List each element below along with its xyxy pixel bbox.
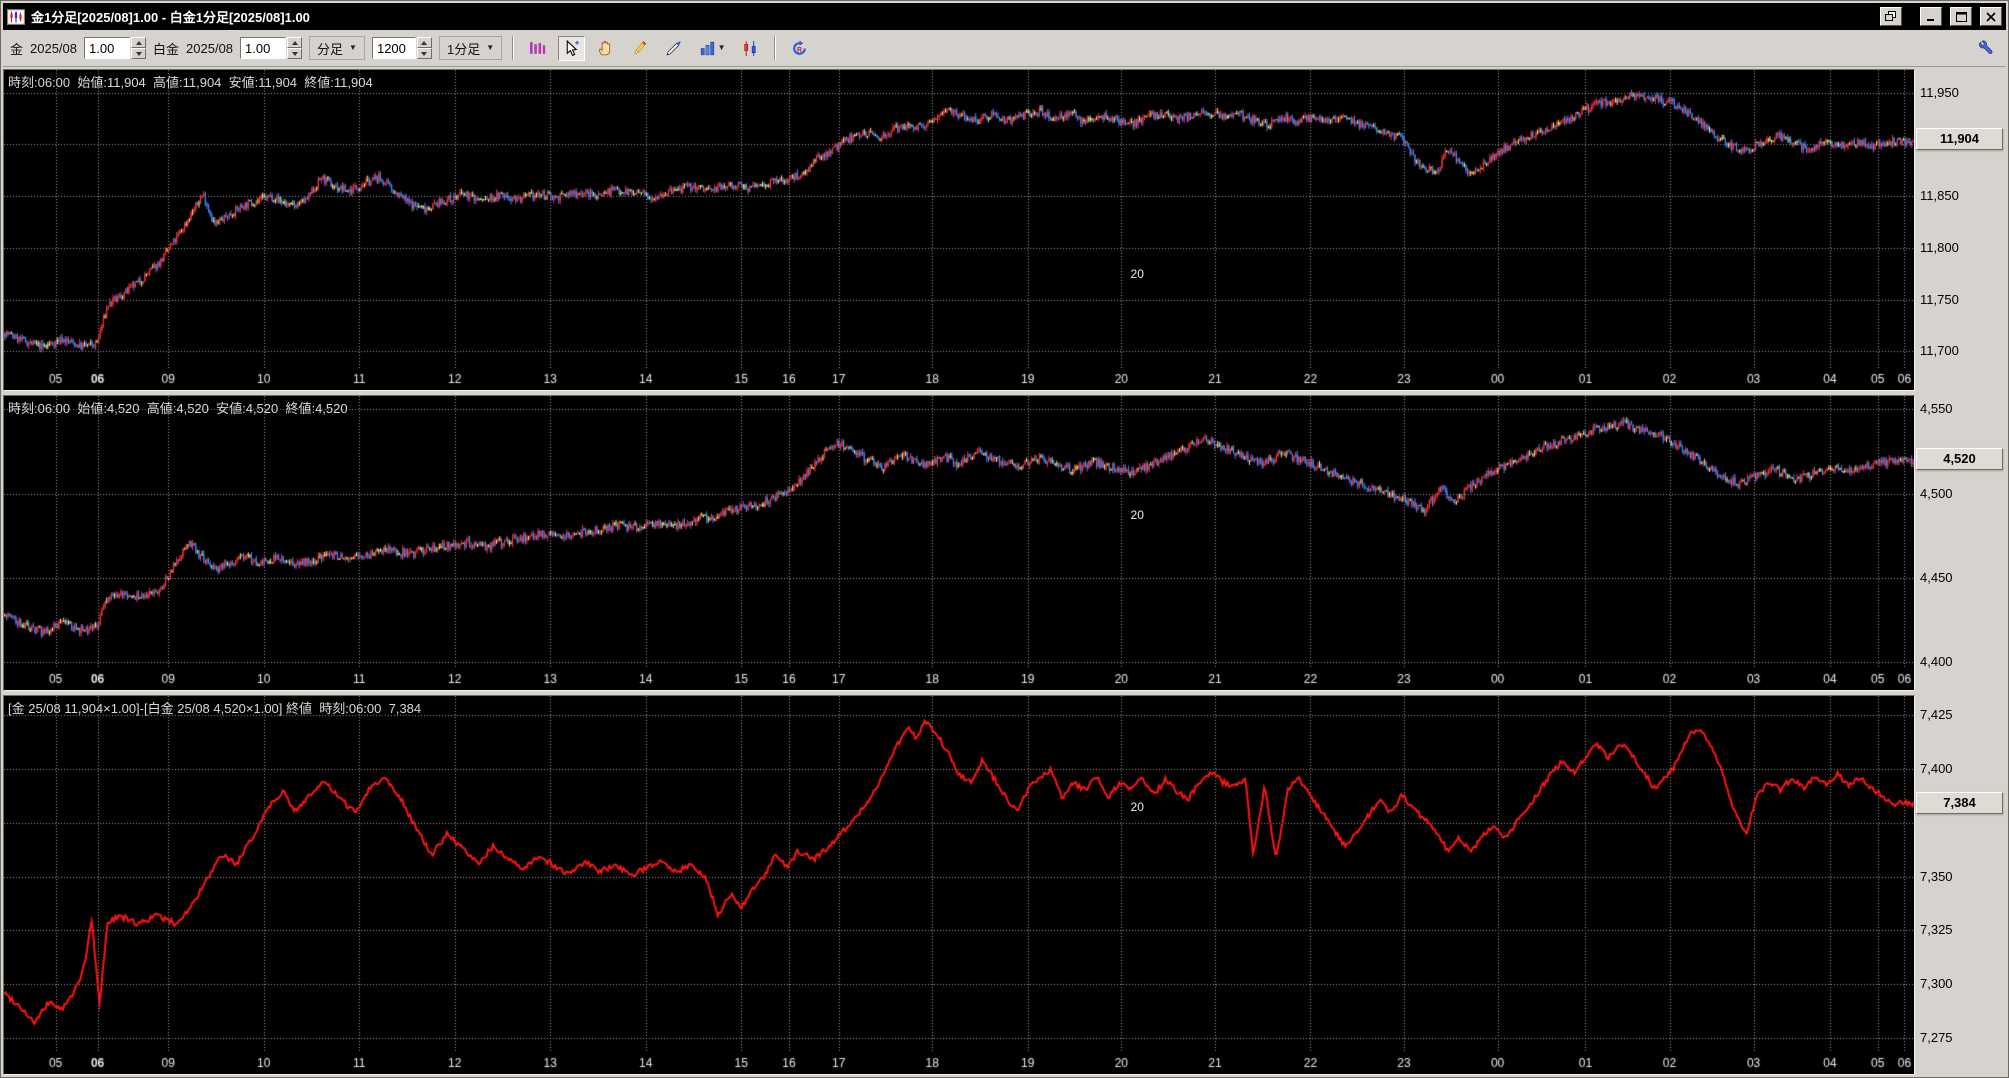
gold-price-axis: 11,904 11,950 11,850 11,800 11,750 11,700 bbox=[1915, 69, 2006, 391]
platinum-plot-area: 時刻:06:00 始値:4,520 高値:4,520 安値:4,520 終値:4… bbox=[3, 395, 1915, 691]
window-title: 金1分足[2025/08]1.00 - 白金1分足[2025/08]1.00 bbox=[31, 10, 310, 25]
platinum-1min-chart-canvas[interactable] bbox=[4, 396, 1914, 690]
price-axis-label: 7,300 bbox=[1920, 976, 1953, 992]
gold-1min-chart-canvas[interactable] bbox=[4, 70, 1914, 390]
settings-button[interactable] bbox=[1972, 36, 1999, 61]
chart-mode-dropdown-button[interactable]: ▼ bbox=[694, 36, 730, 61]
price-axis-label: 7,350 bbox=[1920, 868, 1953, 884]
gold-chart-panel: 時刻:06:00 始値:11,904 高値:11,904 安値:11,904 終… bbox=[3, 69, 2006, 391]
chevron-down-icon: ▼ bbox=[349, 43, 357, 52]
price-axis-label: 4,450 bbox=[1920, 570, 1953, 585]
gold-plot-area: 時刻:06:00 始値:11,904 高値:11,904 安値:11,904 終… bbox=[3, 69, 1915, 391]
close-button[interactable] bbox=[1980, 7, 2002, 26]
pointer-icon bbox=[566, 39, 580, 56]
instrument2-multiplier-spinner bbox=[240, 37, 303, 59]
spread-last-price-badge: 7,384 bbox=[1916, 791, 2003, 814]
svg-text:R: R bbox=[797, 46, 802, 53]
instrument1-label: 金 bbox=[10, 41, 24, 57]
chart-style-button[interactable] bbox=[524, 36, 551, 61]
down-arrow-icon bbox=[291, 51, 298, 56]
overlapping-windows-icon bbox=[1885, 11, 1896, 21]
up-arrow-icon bbox=[135, 40, 142, 45]
bar-count-spinner bbox=[371, 37, 432, 59]
spread-plot-area: [金 25/08 11,904×1.00]-[白金 25/08 4,520×1.… bbox=[3, 695, 1915, 1075]
instrument1-month: 2025/08 bbox=[30, 40, 78, 56]
purple-bars-chart-icon bbox=[530, 41, 546, 54]
instrument2-label: 白金 bbox=[153, 41, 180, 57]
up-arrow-icon bbox=[421, 40, 428, 45]
platinum-last-price-badge: 4,520 bbox=[1916, 448, 2003, 471]
annotation-pen-button[interactable] bbox=[660, 36, 687, 61]
toolbar: 金 2025/08 白金 2025/08 分足 ▼ bbox=[3, 30, 2006, 67]
price-axis-label: 4,500 bbox=[1920, 485, 1953, 501]
instrument2-month: 2025/08 bbox=[186, 40, 234, 56]
app-window: 金1分足[2025/08]1.00 - 白金1分足[2025/08]1.00 金… bbox=[0, 0, 2009, 1078]
toolbar-separator bbox=[512, 36, 515, 60]
pan-tool-button[interactable] bbox=[592, 36, 619, 61]
instrument2-multiplier-input[interactable] bbox=[240, 37, 287, 59]
instrument2-multiplier-down-button[interactable] bbox=[287, 48, 303, 59]
refresh-icon: R bbox=[793, 40, 806, 55]
pen-icon bbox=[666, 40, 681, 55]
app-icon[interactable] bbox=[7, 8, 25, 26]
price-axis-label: 7,275 bbox=[1920, 1029, 1953, 1045]
price-axis-label: 7,325 bbox=[1920, 922, 1953, 938]
spread-chart-panel: [金 25/08 11,904×1.00]-[白金 25/08 4,520×1.… bbox=[3, 695, 2006, 1075]
up-arrow-icon bbox=[291, 40, 298, 45]
price-axis-label: 4,550 bbox=[1920, 401, 1953, 417]
down-arrow-icon bbox=[421, 51, 428, 56]
draw-line-button[interactable] bbox=[626, 36, 653, 61]
spread-chart-canvas[interactable] bbox=[4, 696, 1914, 1074]
instrument2-multiplier-up-button[interactable] bbox=[287, 37, 303, 48]
bar-count-input[interactable] bbox=[371, 37, 416, 59]
hand-icon bbox=[599, 40, 611, 55]
minimize-icon bbox=[1927, 19, 1934, 21]
price-axis-label: 11,950 bbox=[1920, 84, 1959, 100]
select-tool-button[interactable] bbox=[558, 35, 586, 61]
candlestick-mode-button[interactable] bbox=[737, 36, 764, 61]
price-axis-label: 7,400 bbox=[1920, 761, 1953, 777]
bar-count-up-button[interactable] bbox=[416, 37, 432, 48]
chevron-down-icon: ▼ bbox=[717, 43, 726, 52]
price-axis-label: 11,750 bbox=[1920, 291, 1959, 307]
gold-last-price-badge: 11,904 bbox=[1916, 128, 2003, 151]
down-arrow-icon bbox=[135, 51, 142, 56]
price-axis-label: 11,800 bbox=[1920, 239, 1959, 255]
spread-price-axis: 7,384 7,425 7,400 7,350 7,325 7,300 7,275 bbox=[1915, 695, 2006, 1075]
instrument1-multiplier-down-button[interactable] bbox=[131, 48, 147, 59]
instrument1-multiplier-spinner bbox=[84, 37, 147, 59]
candlestick-app-icon bbox=[7, 8, 25, 25]
interval-dropdown[interactable]: 1分足 ▼ bbox=[438, 36, 503, 60]
pencil-icon bbox=[634, 40, 647, 55]
chevron-down-icon: ▼ bbox=[486, 43, 495, 52]
chart-stack: 時刻:06:00 始値:11,904 高値:11,904 安値:11,904 終… bbox=[3, 67, 2006, 1075]
wrench-icon bbox=[1979, 40, 1993, 54]
price-axis-label: 4,400 bbox=[1920, 654, 1953, 670]
platinum-chart-panel: 時刻:06:00 始値:4,520 高値:4,520 安値:4,520 終値:4… bbox=[3, 395, 2006, 691]
minimize-button[interactable] bbox=[1920, 7, 1942, 26]
price-axis-label: 11,700 bbox=[1920, 343, 1959, 359]
platinum-price-axis: 4,520 4,550 4,500 4,450 4,400 bbox=[1915, 395, 2006, 691]
title-bar[interactable]: 金1分足[2025/08]1.00 - 白金1分足[2025/08]1.00 bbox=[3, 3, 2006, 30]
price-axis-label: 11,850 bbox=[1920, 188, 1959, 204]
bar-count-down-button[interactable] bbox=[416, 48, 432, 59]
bar-type-label: 分足 bbox=[317, 41, 344, 57]
maximize-button[interactable] bbox=[1950, 7, 1972, 26]
price-axis-label: 7,425 bbox=[1920, 707, 1953, 723]
instrument1-multiplier-up-button[interactable] bbox=[131, 37, 147, 48]
instrument1-multiplier-input[interactable] bbox=[84, 37, 131, 59]
bar-type-dropdown[interactable]: 分足 ▼ bbox=[309, 36, 365, 60]
close-icon bbox=[1986, 11, 1996, 22]
interval-label: 1分足 bbox=[446, 41, 481, 57]
bar-chart-icon bbox=[700, 41, 714, 55]
candlestick-chart-icon bbox=[744, 40, 756, 56]
window-layer-button[interactable] bbox=[1880, 7, 1902, 26]
toolbar-separator bbox=[774, 36, 777, 60]
refresh-button[interactable]: R bbox=[786, 36, 813, 61]
maximize-icon bbox=[1955, 11, 1967, 22]
